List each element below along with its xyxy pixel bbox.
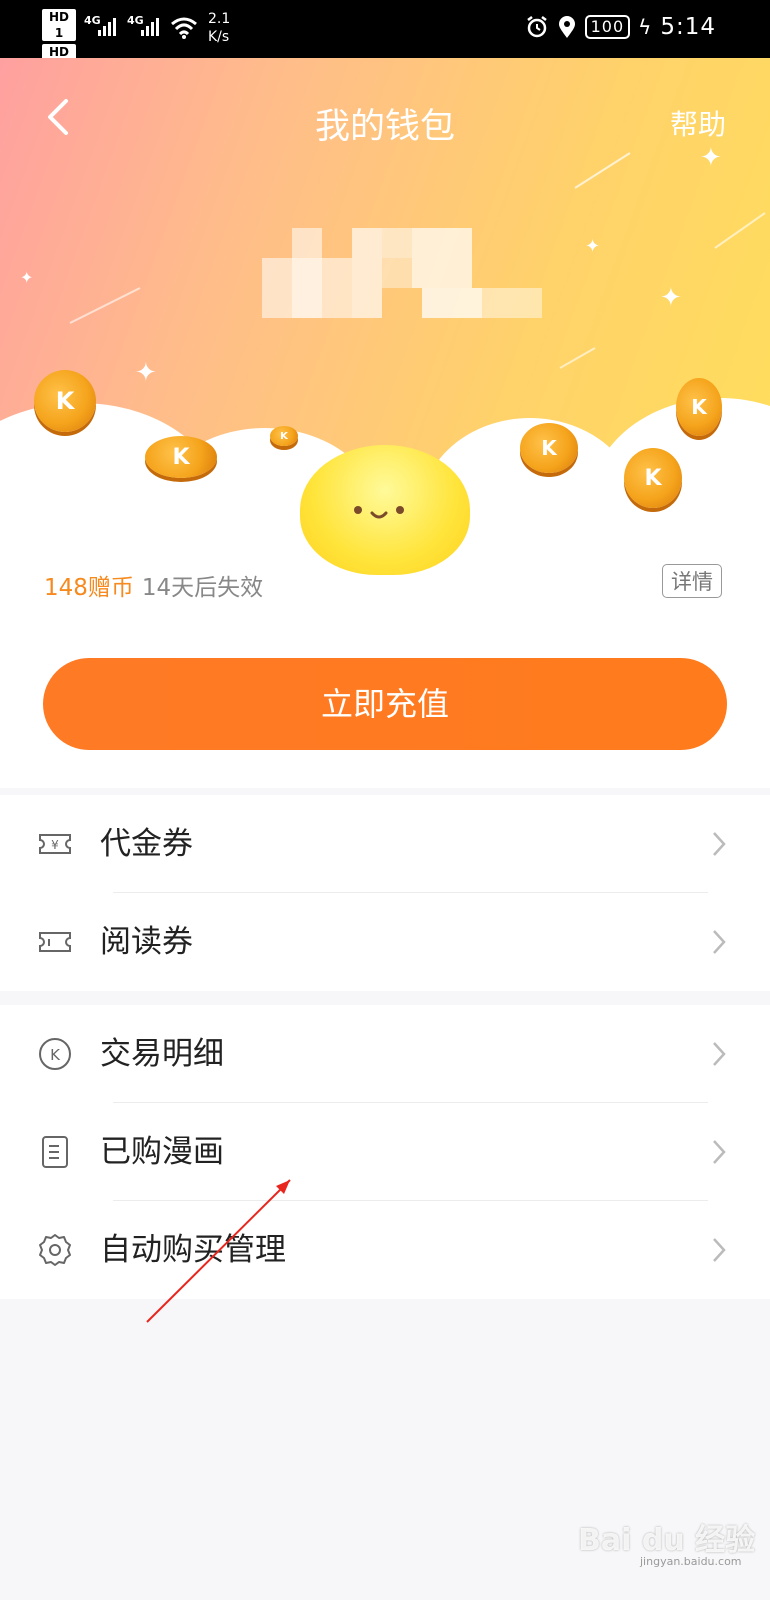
menu-label: 阅读券	[100, 924, 193, 960]
k-coin-icon: K	[676, 378, 722, 436]
menu-label: 已购漫画	[100, 1134, 224, 1170]
voucher-yen-icon: ¥	[39, 834, 71, 854]
chevron-right-icon	[713, 1140, 726, 1164]
k-coin-icon: K	[39, 1038, 71, 1070]
menu-item-purchased-comics[interactable]: 已购漫画	[0, 1103, 770, 1201]
wifi-icon	[171, 17, 197, 39]
recharge-button[interactable]: 立即充值	[43, 658, 727, 750]
menu-label: 代金券	[100, 826, 193, 862]
gift-coin-amount: 148赠币	[44, 575, 134, 601]
menu-item-reading-ticket[interactable]: 阅读券	[0, 893, 770, 991]
gift-coin-info: 148赠币 14天后失效	[44, 568, 263, 602]
coupon-menu: ¥ 代金券 阅读券	[0, 795, 770, 991]
page-title: 我的钱包	[314, 107, 455, 147]
gift-coin-expiry: 14天后失效	[141, 575, 264, 601]
status-bar: HD 1 HD 2 4G 4G 2.1 K/s 100 ϟ 5:14	[0, 0, 770, 76]
location-icon	[558, 16, 575, 38]
sparkle-icon: ✦	[660, 283, 682, 313]
menu-item-voucher[interactable]: ¥ 代金券	[0, 795, 770, 893]
svg-text:K: K	[50, 1046, 61, 1064]
signal-icon-1	[98, 18, 116, 36]
sparkle-icon: ✦	[135, 358, 157, 388]
battery-indicator: 100	[584, 15, 631, 39]
baidu-watermark: Bai du 经验	[578, 1523, 756, 1558]
k-coin-icon: K	[520, 423, 578, 473]
reading-ticket-icon	[39, 932, 71, 952]
sparkle-icon: ✦	[20, 268, 34, 287]
alarm-icon	[526, 16, 547, 38]
wallet-hero: ✦ ✦ ✦ ✦ ✦ 我的钱包 帮助 K K K K K K 148赠币 14天后…	[0, 58, 770, 618]
account-menu: K 交易明细 已购漫画 自动购买管理	[0, 1005, 770, 1299]
speed-unit: K/s	[208, 29, 230, 45]
document-icon	[42, 1136, 68, 1168]
menu-label: 自动购买管理	[100, 1232, 286, 1268]
recharge-section: 立即充值	[0, 618, 770, 788]
chevron-right-icon	[713, 832, 726, 856]
menu-item-auto-purchase[interactable]: 自动购买管理	[0, 1201, 770, 1299]
smiley-face-icon	[354, 506, 404, 519]
status-right: 100 ϟ 5:14	[525, 14, 716, 40]
network-speed: 2.1 K/s	[208, 10, 230, 46]
menu-label: 交易明细	[100, 1036, 224, 1072]
chevron-right-icon	[713, 1042, 726, 1066]
k-coin-icon: K	[34, 370, 96, 432]
charging-icon: ϟ	[638, 15, 653, 39]
signal-icon-2	[141, 18, 159, 36]
speed-value: 2.1	[208, 11, 231, 27]
clock: 5:14	[660, 14, 716, 40]
sparkle-icon: ✦	[585, 236, 601, 257]
help-button[interactable]: 帮助	[670, 103, 726, 143]
k-coin-icon: K	[270, 426, 298, 446]
menu-item-transactions[interactable]: K 交易明细	[0, 1005, 770, 1103]
k-coin-icon: K	[624, 448, 682, 508]
mascot-blob	[300, 445, 470, 575]
chevron-right-icon	[713, 1238, 726, 1262]
svg-text:¥: ¥	[51, 838, 59, 852]
blurred-balance	[262, 228, 562, 338]
k-coin-icon: K	[145, 436, 217, 478]
chevron-right-icon	[713, 930, 726, 954]
details-button[interactable]: 详情	[662, 564, 722, 598]
gear-icon	[39, 1234, 71, 1266]
sim1-badge: HD 1	[42, 9, 76, 41]
watermark-url: jingyan.baidu.com	[640, 1555, 742, 1568]
